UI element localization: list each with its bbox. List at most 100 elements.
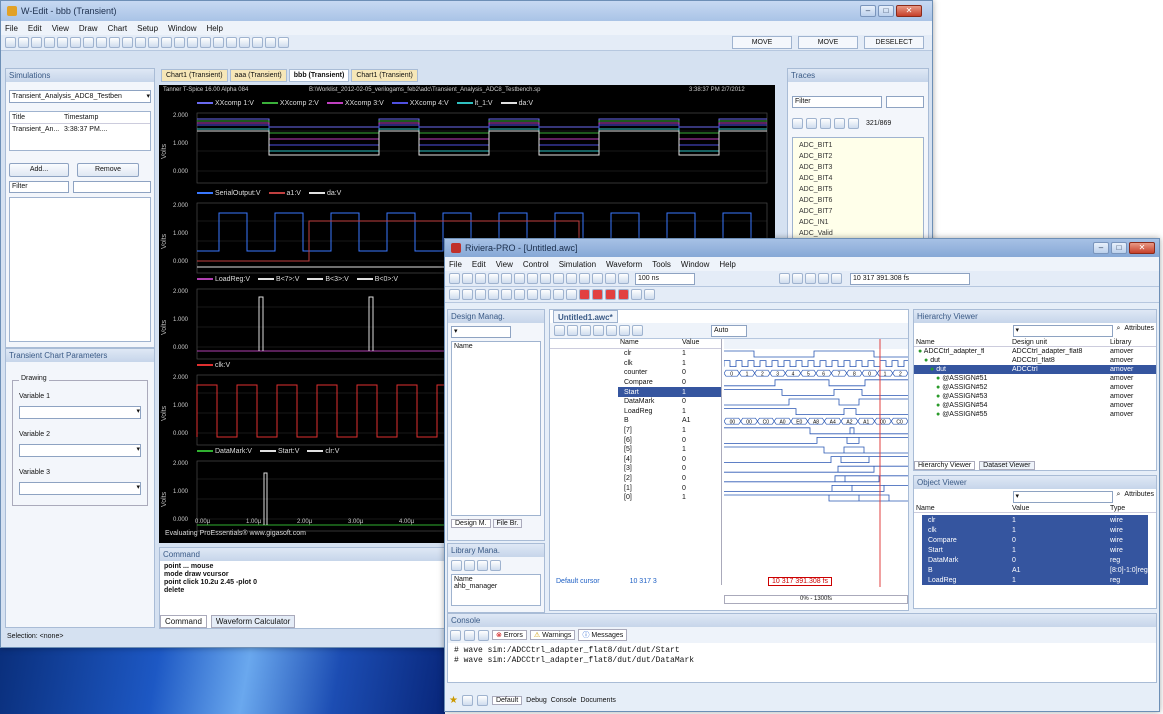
obj-filter-select[interactable]: ▾ <box>1012 491 1113 503</box>
color-icon[interactable] <box>148 37 159 48</box>
riviera-titlebar[interactable]: Riviera-PRO - [Untitled.awc] – □ ✕ <box>445 239 1159 257</box>
hier-row[interactable]: ● @ASSIGN#52 amover <box>914 383 1156 392</box>
signal-row[interactable]: [1] 0 <box>618 483 721 493</box>
tab-messages[interactable]: ⓘ Messages <box>578 629 628 641</box>
trace-icon[interactable] <box>135 37 146 48</box>
cursor-icon[interactable] <box>200 37 211 48</box>
settings-icon[interactable] <box>831 273 842 284</box>
tab-design-manager[interactable]: Design M. <box>451 519 491 528</box>
waveform-canvas[interactable]: 0 1 2 3 4 5 6 7 8 0 1 2 00 00 C0 A0 E0 A8 A4 A2 A1 00 C0 <box>724 339 908 587</box>
signal-row[interactable]: LoadReg 1 <box>618 407 721 417</box>
signal-row[interactable]: [6] 0 <box>618 435 721 445</box>
trace-item[interactable]: ADC_BIT6 <box>799 195 917 206</box>
tab-untitled-awc[interactable]: Untitled1.awc* <box>553 310 618 323</box>
find-icon[interactable] <box>553 273 564 284</box>
riviera-menu-window[interactable]: Window <box>681 260 709 269</box>
riviera-menu-file[interactable]: File <box>449 260 462 269</box>
zoom-out-icon[interactable] <box>606 325 617 336</box>
riviera-close-button[interactable]: ✕ <box>1129 242 1155 254</box>
time-scrollbar[interactable]: 0% - 1300fs <box>724 595 908 604</box>
voltage-icon[interactable] <box>806 118 817 129</box>
paste-icon[interactable] <box>514 273 525 284</box>
copy-icon[interactable] <box>70 37 81 48</box>
zoom-in-icon[interactable] <box>593 325 604 336</box>
export-icon[interactable] <box>265 37 276 48</box>
warning-icon[interactable] <box>579 273 590 284</box>
menu-help[interactable]: Help <box>206 24 222 33</box>
minimize-button[interactable]: – <box>860 5 876 17</box>
run-icon[interactable] <box>592 273 603 284</box>
signal-row[interactable]: Compare 0 <box>618 378 721 388</box>
copy-icon[interactable] <box>501 273 512 284</box>
memory-icon[interactable] <box>527 289 538 300</box>
traces-filter-input[interactable] <box>886 96 924 108</box>
menu-view[interactable]: View <box>52 24 69 33</box>
filter-select[interactable]: Filter <box>9 181 69 193</box>
redo-icon[interactable] <box>540 273 551 284</box>
library-search-icon[interactable] <box>490 560 501 571</box>
design-select[interactable]: ▾ <box>451 326 511 338</box>
trace-item[interactable]: ADC_BIT3 <box>799 162 917 173</box>
signal-row[interactable]: [4] 0 <box>618 455 721 465</box>
watch-icon[interactable] <box>566 289 577 300</box>
simulation-select[interactable]: Transient_Analysis_ADC8_Testben ▾ <box>9 90 151 103</box>
legend-entry[interactable]: SerialOutput:V <box>197 190 261 197</box>
signal-row[interactable]: [5] 1 <box>618 445 721 455</box>
variable3-select[interactable]: ▾ <box>19 482 141 495</box>
signal-row[interactable]: counter 0 <box>618 368 721 378</box>
stop-icon[interactable] <box>579 289 590 300</box>
obj-col-name[interactable]: Name <box>914 505 1012 512</box>
riviera-menu-view[interactable]: View <box>496 260 513 269</box>
cursor-time-field[interactable]: 10 317 391.308 fs <box>850 272 970 285</box>
simulation-list[interactable] <box>9 197 151 342</box>
zoom-fit-icon[interactable] <box>632 325 643 336</box>
legend-entry[interactable]: LoadReg:V <box>197 276 250 283</box>
library-refresh-icon[interactable] <box>477 560 488 571</box>
design-icon[interactable] <box>462 289 473 300</box>
legend-entry[interactable]: XXcomp 3:V <box>326 100 384 107</box>
riviera-menu-simulation[interactable]: Simulation <box>559 260 596 269</box>
signal-row[interactable]: DataMark 0 <box>618 397 721 407</box>
hier-col-design-unit[interactable]: Design unit <box>1012 339 1110 346</box>
measure-icon[interactable] <box>213 37 224 48</box>
tab-debug[interactable]: Debug <box>526 697 547 704</box>
search-icon[interactable]: ⌕ <box>1117 325 1121 337</box>
layout-icon-2[interactable] <box>476 695 488 706</box>
riviera-maximize-button[interactable]: □ <box>1111 242 1127 254</box>
riviera-menu-tools[interactable]: Tools <box>652 260 671 269</box>
col-name[interactable]: Name <box>618 339 682 348</box>
hier-col-name[interactable]: Name <box>914 339 1012 346</box>
hier-filter-select[interactable]: ▾ <box>1012 325 1113 337</box>
wedit-titlebar[interactable]: W-Edit - bbb (Transient) – □ ✕ <box>1 1 932 21</box>
move-button-1[interactable]: MOVE <box>732 36 792 49</box>
remove-button[interactable]: Remove <box>77 163 139 177</box>
save-icon[interactable] <box>31 37 42 48</box>
move-button-2[interactable]: MOVE <box>798 36 858 49</box>
col-timestamp[interactable]: Timestamp <box>62 112 100 123</box>
menu-chart[interactable]: Chart <box>108 24 128 33</box>
breakpoint-icon[interactable] <box>553 289 564 300</box>
hierarchy-icon[interactable] <box>475 289 486 300</box>
paste-icon[interactable] <box>83 37 94 48</box>
stop-icon-2[interactable] <box>592 289 603 300</box>
compile-icon[interactable] <box>566 273 577 284</box>
col-title[interactable]: Title <box>10 112 62 123</box>
step-icon[interactable] <box>605 273 616 284</box>
trace-item[interactable]: ADC_BIT2 <box>799 151 917 162</box>
tab-bbb-transient[interactable]: bbb (Transient) <box>288 69 350 82</box>
tab-command[interactable]: Command <box>160 615 207 628</box>
stop-icon-3[interactable] <box>605 289 616 300</box>
legend-entry[interactable]: da:V <box>500 100 533 107</box>
trace-item[interactable]: ADC_BIT7 <box>799 206 917 217</box>
tab-dataset-viewer[interactable]: Dataset Viewer <box>979 461 1035 470</box>
help-icon[interactable] <box>818 273 829 284</box>
library-name-column[interactable]: Name <box>454 576 538 583</box>
legend-entry[interactable]: a1:V <box>268 190 301 197</box>
hier-row[interactable]: ● ADCCtrl_adapter_fl ADCCtrl_adapter_flat… <box>914 347 1156 356</box>
table-icon[interactable] <box>514 289 525 300</box>
hierarchy-icon[interactable] <box>792 118 803 129</box>
menu-window[interactable]: Window <box>168 24 196 33</box>
legend-entry[interactable]: XXcomp 4:V <box>391 100 449 107</box>
signal-row[interactable]: [2] 0 <box>618 474 721 484</box>
riviera-minimize-button[interactable]: – <box>1093 242 1109 254</box>
